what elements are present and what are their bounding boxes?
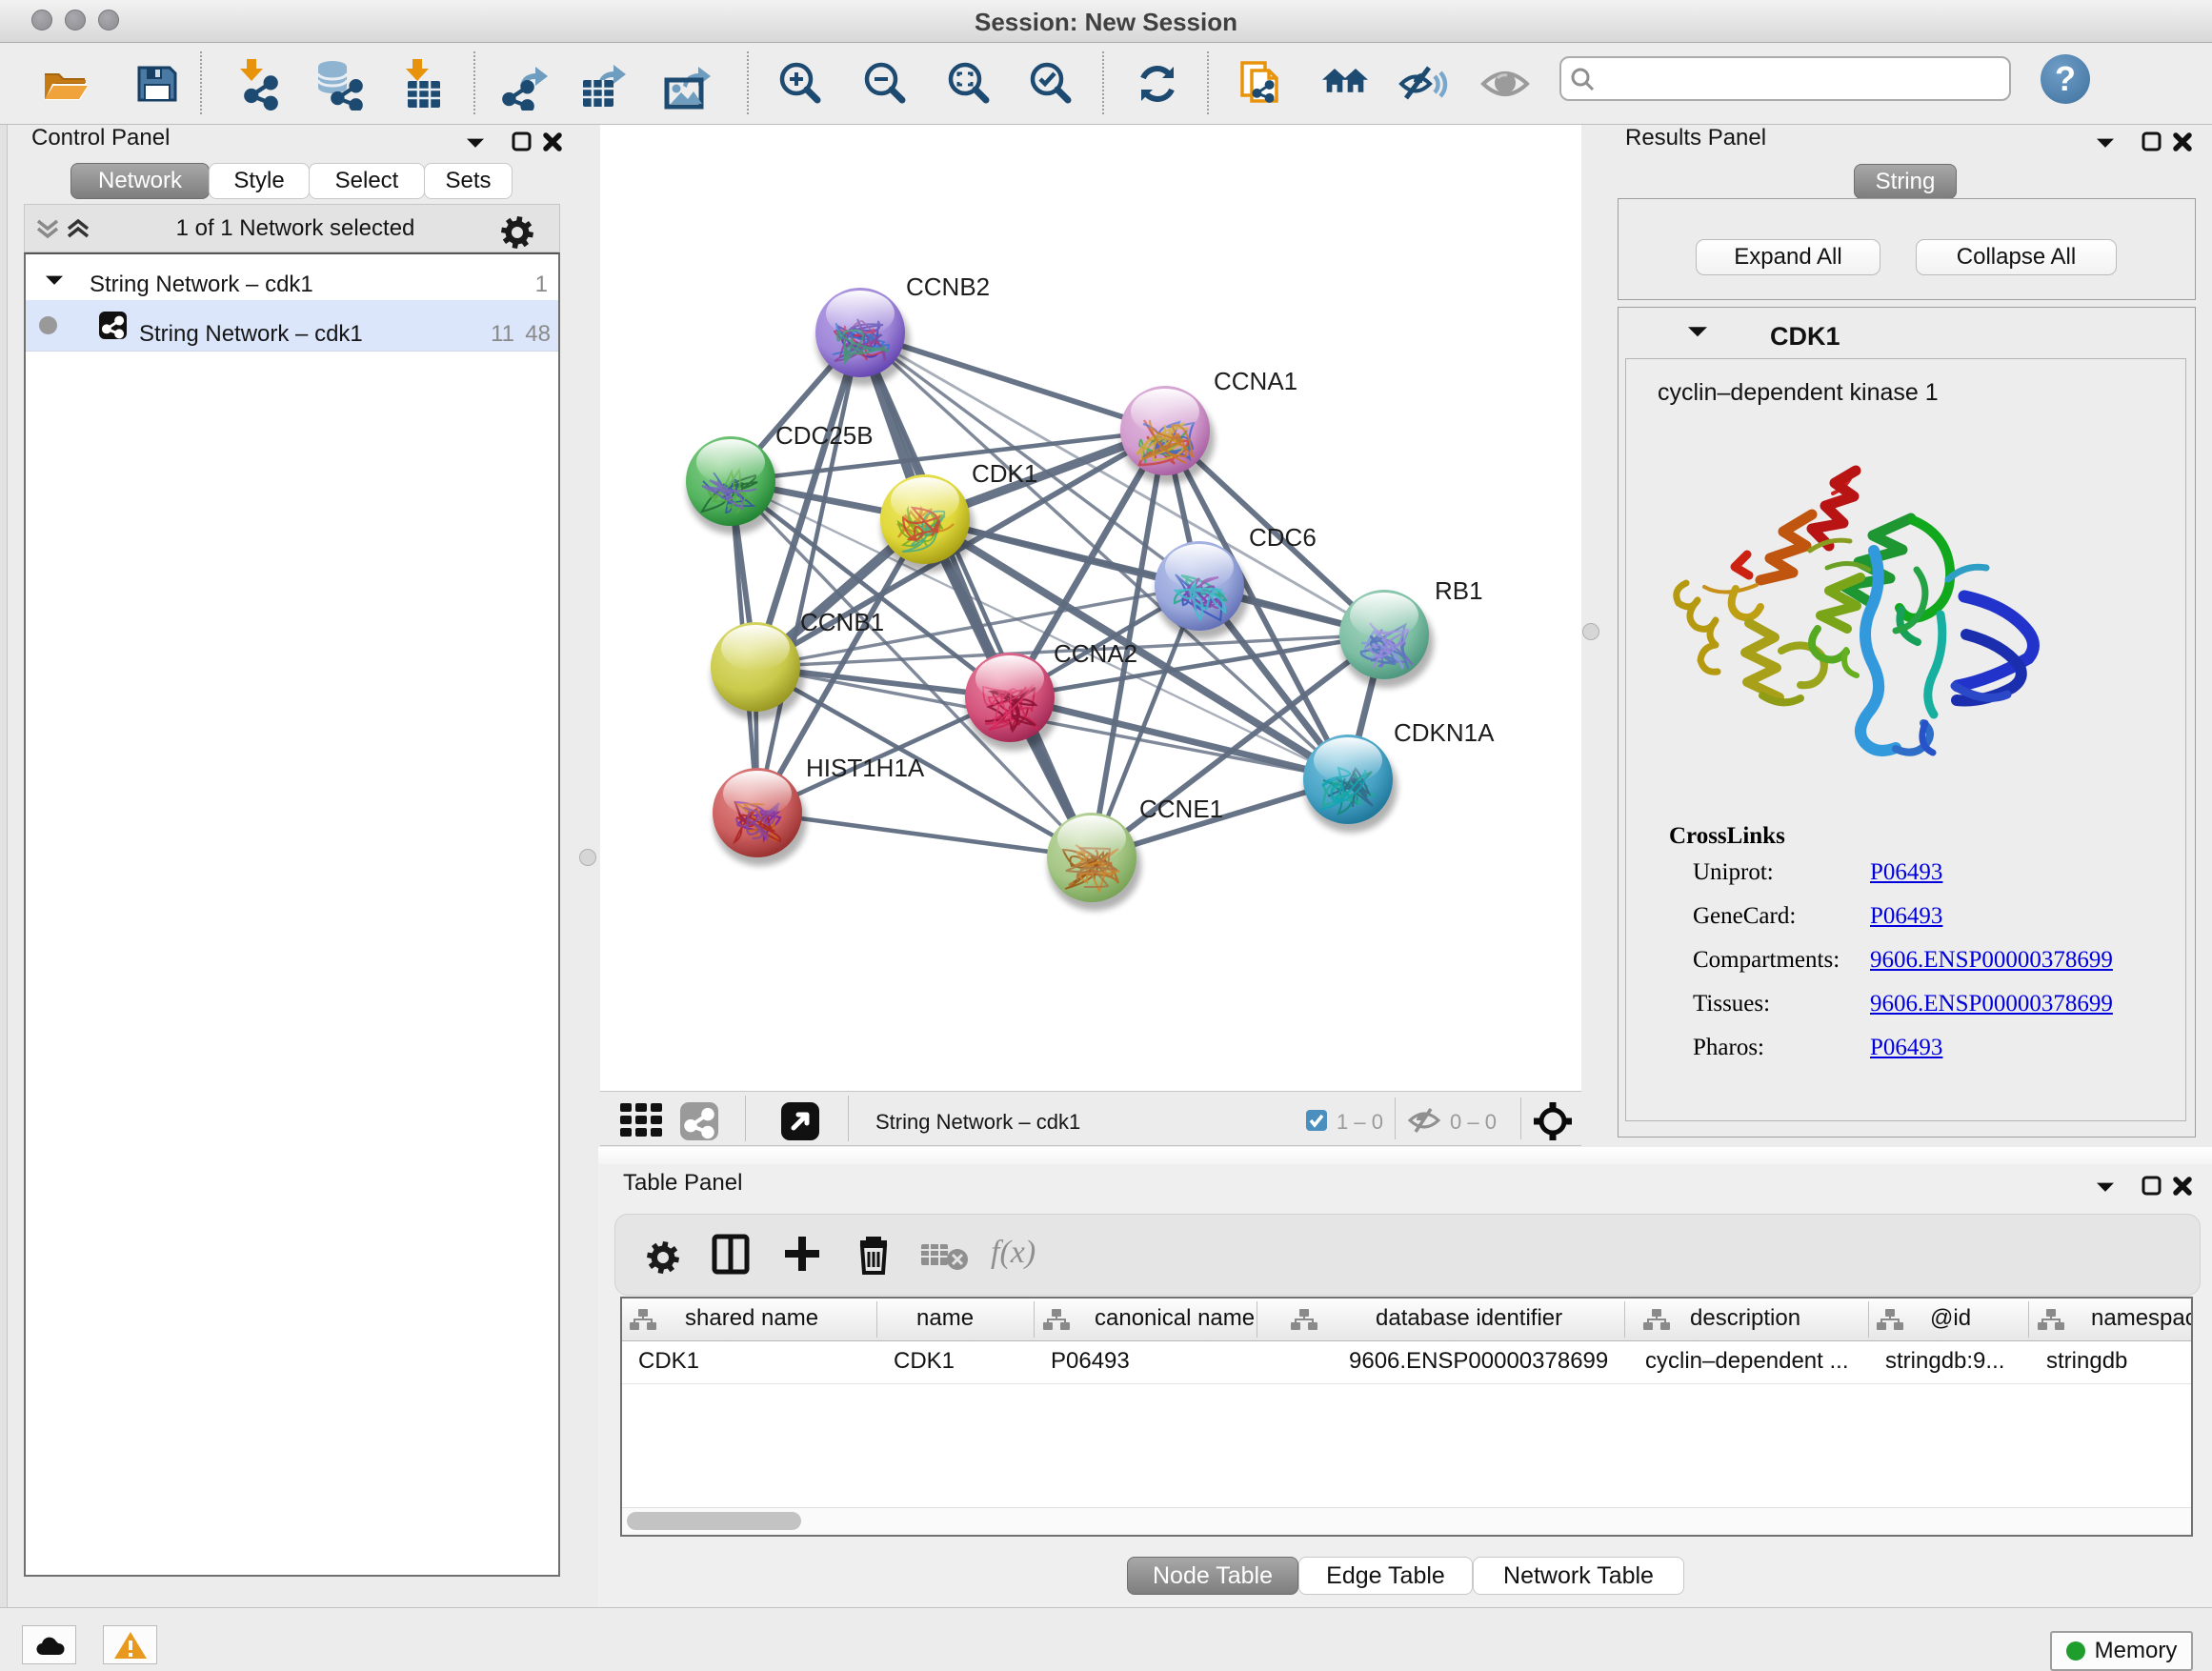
svg-text:RB1: RB1 bbox=[1435, 576, 1483, 605]
svg-text:CDC25B: CDC25B bbox=[775, 421, 874, 450]
svg-text:HIST1H1A: HIST1H1A bbox=[806, 754, 925, 782]
svg-text:CDC6: CDC6 bbox=[1249, 523, 1317, 552]
svg-text:CCNA2: CCNA2 bbox=[1054, 639, 1137, 668]
svg-text:CCNA1: CCNA1 bbox=[1214, 367, 1297, 395]
svg-text:CCNE1: CCNE1 bbox=[1139, 795, 1223, 823]
svg-text:CCNB2: CCNB2 bbox=[906, 272, 990, 301]
svg-text:CDKN1A: CDKN1A bbox=[1394, 718, 1495, 747]
svg-text:CDK1: CDK1 bbox=[972, 459, 1037, 488]
svg-text:CCNB1: CCNB1 bbox=[800, 608, 884, 636]
